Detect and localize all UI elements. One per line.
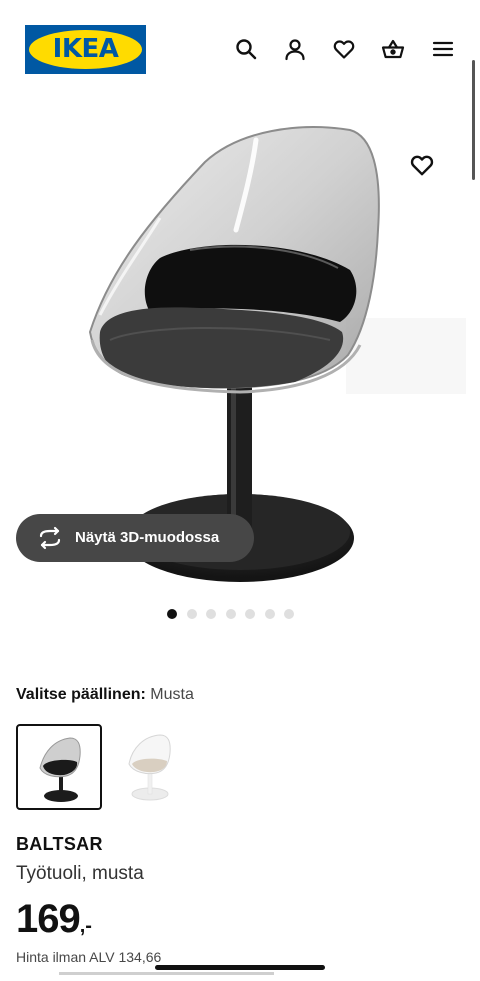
variant-selected-value: Musta — [150, 686, 194, 703]
header: IKEA — [0, 0, 480, 100]
price-integer: 169 — [16, 897, 81, 941]
carousel-dot[interactable] — [167, 609, 177, 619]
ikea-logo[interactable]: IKEA — [25, 25, 146, 74]
variant-thumbnail-black[interactable] — [16, 724, 102, 810]
price-suffix: ,- — [79, 915, 92, 937]
carousel-dot[interactable] — [245, 609, 255, 619]
user-icon[interactable] — [283, 37, 307, 61]
carousel-dot[interactable] — [206, 609, 216, 619]
logo-text: IKEA — [52, 34, 119, 64]
carousel-dot[interactable] — [284, 609, 294, 619]
variant-selector-label: Valitse päällinen: Musta — [16, 686, 194, 704]
carousel-dot[interactable] — [225, 609, 236, 619]
rotate-3d-icon — [36, 526, 64, 550]
product-price: 169,- — [16, 897, 92, 942]
menu-icon[interactable] — [431, 37, 455, 61]
carousel-dots — [167, 609, 294, 621]
favourite-heart-icon[interactable] — [409, 152, 435, 178]
product-name[interactable]: BALTSAR — [16, 834, 103, 855]
horizontal-scrollbar[interactable] — [59, 972, 274, 975]
heart-icon[interactable] — [332, 37, 356, 61]
variant-thumbnail-white[interactable] — [112, 724, 198, 810]
basket-icon[interactable] — [381, 37, 405, 61]
view-3d-button[interactable]: Näytä 3D-muodossa — [16, 514, 254, 562]
home-indicator[interactable] — [155, 965, 325, 970]
product-description: Työtuoli, musta — [16, 863, 144, 884]
view-3d-label: Näytä 3D-muodossa — [75, 529, 220, 546]
carousel-dot[interactable] — [264, 609, 275, 619]
variant-label: Valitse päällinen: — [16, 686, 146, 703]
search-icon[interactable] — [234, 37, 258, 61]
carousel-dot[interactable] — [186, 609, 197, 619]
price-excl-vat: Hinta ilman ALV 134,66 — [16, 949, 162, 965]
